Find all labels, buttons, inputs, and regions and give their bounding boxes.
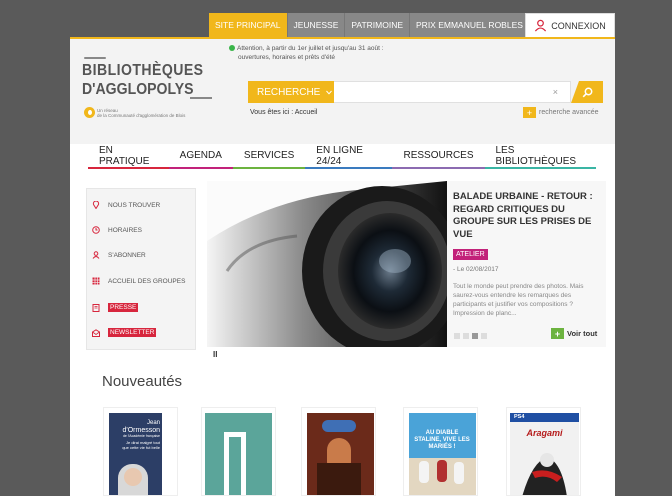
- advanced-search-link[interactable]: + recherche avancée: [523, 107, 599, 118]
- mail-icon: [92, 328, 100, 337]
- search-scope-label: RECHERCHE: [257, 86, 321, 98]
- sidebar-item-label: NOUS TROUVER: [108, 201, 161, 209]
- logo-subtitle-line2: de la Communauté d'agglomération de Bloi…: [97, 113, 186, 118]
- new-item-cover-1[interactable]: Jean d'Ormesson de l'Académie française …: [103, 407, 178, 496]
- cover5-platform-badge: PS4: [510, 413, 579, 422]
- new-item-cover-3[interactable]: [301, 407, 376, 496]
- sidebar-item-sabonner[interactable]: S'ABONNER: [92, 251, 146, 259]
- breadcrumb: Vous êtes ici : Accueil: [250, 109, 317, 116]
- logo-title-line2[interactable]: D'AGGLOPOLYS: [82, 81, 194, 99]
- search-input[interactable]: ×: [334, 81, 571, 103]
- clear-search-icon[interactable]: ×: [553, 87, 558, 97]
- sidebar-item-presse[interactable]: PRESSE: [92, 303, 139, 312]
- voir-tout-button[interactable]: + Voir tout: [551, 328, 597, 339]
- sidebar-item-label: NEWSLETTER: [108, 328, 157, 337]
- logo-decoration: [190, 97, 212, 99]
- tab-site-principal[interactable]: SITE PRINCIPAL: [209, 13, 287, 37]
- sidebar-item-label: PRESSE: [108, 303, 139, 312]
- advanced-search-label: recherche avancée: [539, 109, 599, 116]
- cover4-title: AU DIABLE STALINE, VIVE LES MARIÉS !: [414, 430, 470, 450]
- map-pin-icon: [92, 201, 100, 209]
- slide-dot[interactable]: [463, 333, 469, 339]
- cover1-title-line2: que cette vie fut belle: [122, 445, 160, 450]
- sidebar-item-accueil-groupes[interactable]: ACCUEIL DES GROUPES: [92, 277, 185, 285]
- quick-links-sidebar: NOUS TROUVER HORAIRES S'ABONNER ACCUEIL …: [86, 188, 196, 350]
- sidebar-item-horaires[interactable]: HORAIRES: [92, 226, 142, 234]
- nav-en-pratique[interactable]: EN PRATIQUE: [88, 144, 169, 169]
- new-item-cover-5[interactable]: PS4 Aragami: [506, 407, 581, 496]
- breadcrumb-prefix: Vous êtes ici :: [250, 109, 294, 116]
- chevron-down-icon: [326, 90, 333, 95]
- breadcrumb-current[interactable]: Accueil: [295, 109, 318, 116]
- camera-lens-illustration: [207, 181, 447, 347]
- sidebar-item-label: HORAIRES: [108, 226, 142, 234]
- slide-pagination: [454, 333, 487, 339]
- tab-jeunesse[interactable]: JEUNESSE: [286, 13, 345, 37]
- sidebar-item-label: S'ABONNER: [108, 251, 146, 259]
- slide-category-badge[interactable]: ATELIER: [453, 249, 488, 260]
- user-icon: [92, 251, 100, 259]
- plus-icon: +: [551, 328, 564, 339]
- user-icon: [535, 19, 547, 32]
- cover1-author-first: Jean: [146, 420, 160, 426]
- nav-ressources[interactable]: RESSOURCES: [392, 144, 485, 169]
- status-dot-icon: [229, 45, 235, 51]
- slide-image-camera-lens[interactable]: [207, 181, 447, 347]
- main-nav: EN PRATIQUE AGENDA SERVICES EN LIGNE 24/…: [88, 144, 597, 169]
- connexion-label: CONNEXION: [551, 20, 606, 31]
- newspaper-icon: [92, 303, 100, 312]
- new-item-cover-4[interactable]: AU DIABLE STALINE, VIVE LES MARIÉS !: [403, 407, 478, 496]
- sidebar-item-newsletter[interactable]: NEWSLETTER: [92, 328, 157, 337]
- connexion-button[interactable]: CONNEXION: [525, 13, 615, 37]
- plus-icon: +: [523, 107, 536, 118]
- slideshow-pause-button[interactable]: II: [213, 350, 217, 359]
- sidebar-item-label: ACCUEIL DES GROUPES: [108, 277, 186, 285]
- alert-line1: Attention, à partir du 1er juillet et ju…: [237, 45, 384, 52]
- alert-line2: ouvertures, horaires et prêts d'été: [238, 53, 335, 61]
- slide-dot[interactable]: [454, 333, 460, 339]
- nav-en-ligne[interactable]: EN LIGNE 24/24: [305, 144, 393, 169]
- cover5-artwork: [522, 453, 567, 495]
- nav-agenda[interactable]: AGENDA: [168, 144, 234, 169]
- search-icon: [582, 87, 592, 97]
- slide-title[interactable]: BALADE URBAINE - RETOUR : REGARD CRITIQU…: [453, 191, 601, 241]
- logo-title-line1[interactable]: BIBLIOTHÈQUES: [82, 62, 203, 80]
- cover5-title: Aragami: [526, 428, 563, 438]
- info-alert: Attention, à partir du 1er juillet et ju…: [229, 45, 409, 62]
- voir-tout-label: Voir tout: [567, 329, 598, 338]
- slide-dot[interactable]: [481, 333, 487, 339]
- cover1-author-last: d'Ormesson: [122, 427, 160, 434]
- sidebar-item-nous-trouver[interactable]: NOUS TROUVER: [92, 201, 160, 209]
- search-scope-select[interactable]: RECHERCHE: [248, 81, 334, 103]
- clock-icon: [92, 226, 100, 234]
- search-bar: RECHERCHE ×: [248, 81, 603, 103]
- tab-patrimoine[interactable]: PATRIMOINE: [344, 13, 410, 37]
- nav-services[interactable]: SERVICES: [232, 144, 306, 169]
- logo-decoration: [84, 57, 106, 59]
- slide-dot-active[interactable]: [472, 333, 478, 339]
- new-item-cover-2[interactable]: [201, 407, 276, 496]
- search-submit-button[interactable]: [571, 81, 603, 103]
- tab-prix-emmanuel-robles[interactable]: PRIX EMMANUEL ROBLES: [409, 13, 529, 37]
- top-nav: SITE PRINCIPAL JEUNESSE PATRIMOINE PRIX …: [209, 13, 529, 37]
- grid-icon: [92, 277, 100, 285]
- logo-subtitle: Un réseau de la Communauté d'agglomérati…: [97, 108, 207, 118]
- logo-mark-icon: [84, 107, 95, 118]
- cover1-author-note: de l'Académie française: [122, 434, 160, 438]
- section-heading-nouveautes: Nouveautés: [102, 373, 183, 390]
- slide-description: Tout le monde peut prendre des photos. M…: [453, 283, 584, 317]
- slide-date: - Le 02/08/2017: [453, 266, 499, 273]
- nav-bibliotheques[interactable]: LES BIBLIOTHÈQUES: [484, 144, 597, 169]
